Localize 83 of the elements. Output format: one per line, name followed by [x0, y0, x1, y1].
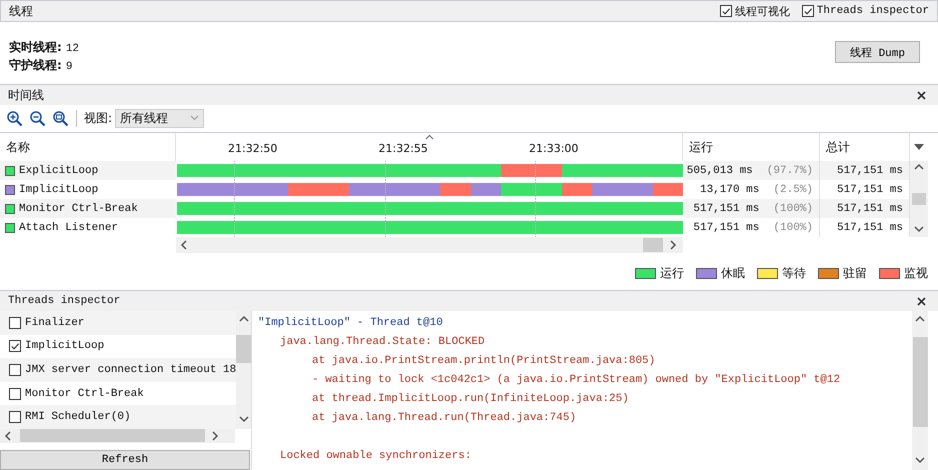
thread-list-item[interactable]: Finalizer [0, 311, 236, 335]
scrollbar-thumb[interactable] [20, 429, 205, 442]
stat-value: 9 [66, 60, 72, 72]
thread-list-item[interactable]: Monitor Ctrl-Break [0, 382, 236, 406]
zoom-out-icon[interactable] [29, 110, 46, 126]
stack-trace-line: Locked ownable synchronizers: [279, 449, 472, 464]
panel-title: 线程 [9, 2, 33, 20]
stat-value: 12 [66, 42, 80, 54]
legend-label: 驻留 [843, 265, 867, 282]
legend-label: 监视 [904, 265, 928, 282]
checkbox-label: Threads inspector [816, 5, 929, 17]
section-title: Threads inspector [8, 295, 120, 307]
section-title: 时间线 [8, 86, 44, 104]
thread-dump-button[interactable]: 线程 Dump [835, 41, 920, 63]
checkbox[interactable] [9, 411, 21, 424]
checkbox[interactable] [9, 388, 21, 400]
vertical-scrollbar[interactable] [912, 311, 928, 470]
stack-trace-line: java.lang.Thread.State: BLOCKED [279, 335, 486, 350]
checkbox[interactable] [9, 340, 21, 352]
legend-swatch [757, 268, 778, 279]
time-tick-label: 21:32:55 [378, 142, 428, 155]
thread-list-item[interactable]: RMI Scheduler(0) [0, 405, 236, 429]
legend-label: 运行 [660, 265, 684, 282]
close-icon[interactable] [917, 90, 926, 100]
thread-list-item[interactable]: JMX server connection timeout 18 [0, 358, 236, 382]
chevron-right-icon[interactable] [211, 430, 221, 441]
chevron-down-icon[interactable] [915, 456, 925, 466]
caret-icon [190, 115, 200, 121]
legend-swatch [696, 268, 717, 279]
total-time: 517,151 ms [836, 184, 903, 196]
legend-swatch [635, 268, 656, 279]
zoom-in-icon[interactable] [6, 110, 23, 126]
run-percentage: (2.5%) [773, 184, 813, 196]
run-percentage: (100%) [773, 202, 813, 214]
scrollbar-thumb[interactable] [912, 193, 926, 205]
thread-name: ExplicitLoop [19, 164, 98, 176]
scrollbar-thumb[interactable] [912, 337, 928, 427]
chevron-down-icon[interactable] [914, 225, 924, 235]
checkbox-label: 线程可视化 [734, 5, 790, 18]
legend-swatch [818, 268, 839, 279]
view-dropdown[interactable]: 所有线程 [115, 108, 204, 128]
stack-trace-line: at thread.ImplicitLoop.run(InfiniteLoop.java:25) [311, 392, 630, 407]
total-time: 517,151 ms [836, 202, 903, 214]
legend-label: 休眠 [721, 265, 745, 282]
close-icon[interactable] [917, 296, 926, 306]
thread-name: ImplicitLoop [19, 184, 98, 196]
run-percentage: (97.7%) [766, 164, 813, 176]
scrollbar-thumb[interactable] [236, 335, 252, 363]
refresh-button[interactable]: Refresh [0, 450, 250, 470]
vertical-scrollbar[interactable] [910, 161, 928, 237]
caret-icon[interactable] [425, 134, 434, 140]
thread-name: Monitor Ctrl-Break [19, 202, 138, 214]
legend-label: 等待 [782, 265, 806, 282]
total-time: 517,151 ms [836, 222, 903, 234]
run-percentage: (100%) [773, 222, 813, 234]
time-tick-label: 21:32:50 [228, 142, 278, 155]
stack-trace-line: at java.io.PrintStream.println(PrintStream.java:805) [311, 354, 656, 369]
checkbox[interactable] [9, 316, 21, 329]
run-time: 517,151 ms [693, 222, 760, 234]
stat-label: 守护线程: [9, 58, 62, 72]
time-tick-label: 21:33:00 [529, 142, 578, 155]
stack-trace-line: at java.lang.Thread.run(Thread.java:745) [311, 411, 578, 426]
checkbox[interactable] [802, 5, 814, 17]
run-time: 517,151 ms [693, 202, 760, 214]
horizontal-scrollbar[interactable] [0, 429, 235, 443]
column-menu-icon[interactable] [914, 144, 924, 150]
total-time: 517,151 ms [836, 164, 903, 176]
stack-trace-line: "ImplicitLoop" - Thread t@10 [257, 316, 444, 331]
checkbox[interactable] [9, 364, 21, 376]
legend-swatch [879, 268, 900, 279]
run-time: 505,013 ms [686, 164, 753, 176]
thread-name: Attach Listener [19, 222, 118, 234]
magnifier-icon[interactable] [52, 110, 69, 126]
run-time: 13,170 ms [700, 184, 760, 196]
stat-label: 实时线程: [9, 40, 62, 54]
view-label: 视图: [84, 110, 112, 126]
checkbox[interactable] [720, 5, 732, 17]
horizontal-scrollbar[interactable] [176, 237, 683, 253]
chevron-down-icon[interactable] [238, 415, 249, 425]
scrollbar-thumb[interactable] [643, 238, 663, 252]
stack-trace-line: - waiting to lock <1c042c1> (a java.io.PrintStream) owned by "ExplicitLoop" t@12 [311, 373, 842, 388]
chevron-right-icon[interactable] [669, 240, 679, 250]
thread-list-item[interactable]: ImplicitLoop [0, 334, 236, 358]
